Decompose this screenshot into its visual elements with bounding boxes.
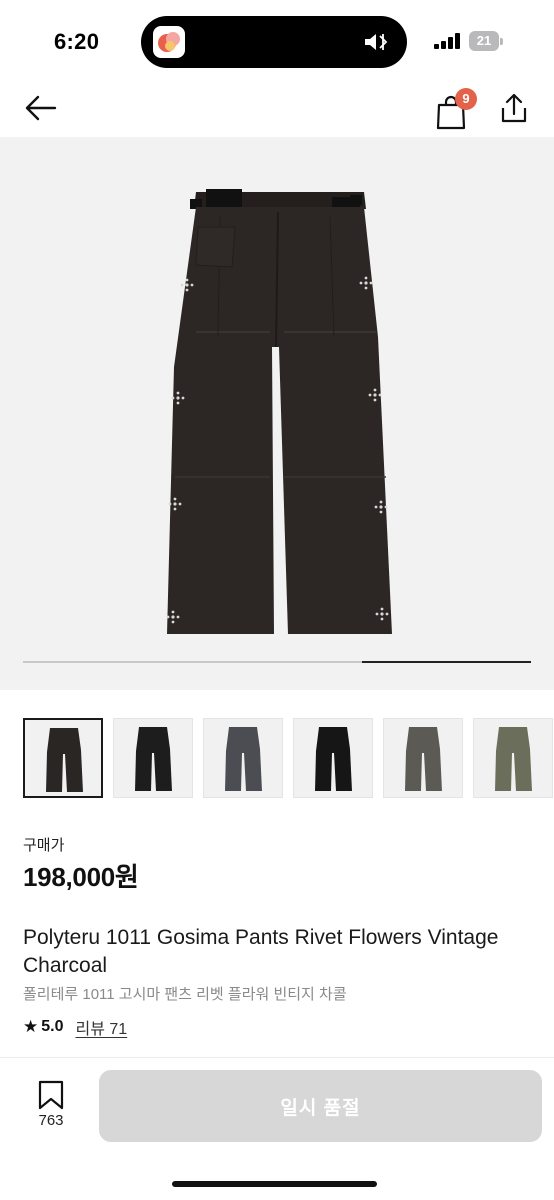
silent-mode-icon — [363, 30, 391, 59]
rating-score: 5.0 — [41, 1018, 64, 1035]
product-photo-pants — [166, 189, 392, 634]
battery-icon: 21 — [469, 31, 503, 51]
battery-level: 21 — [476, 33, 492, 48]
thumbnail-pants-image — [315, 727, 352, 791]
thumbnail-pants-image — [135, 727, 172, 791]
dynamic-island — [141, 16, 407, 68]
thumbnail-pants-image — [405, 727, 442, 791]
price-label: 구매가 — [23, 837, 65, 854]
back-arrow-icon — [25, 95, 57, 121]
thumbnail-pants-image — [225, 727, 262, 791]
cart-count-badge: 9 — [455, 88, 477, 110]
wishlist-count: 763 — [38, 1112, 64, 1129]
rating-row: ★ 5.0 리뷰 71 — [23, 1015, 127, 1039]
sold-out-button[interactable]: 일시 품절 — [99, 1070, 542, 1142]
thumbnail-2[interactable] — [113, 718, 193, 798]
thumbnail-1[interactable] — [23, 718, 103, 798]
reviews-link[interactable]: 리뷰 71 — [76, 1015, 128, 1039]
divider — [0, 1057, 554, 1058]
thumbnail-4[interactable] — [293, 718, 373, 798]
bookmark-icon — [38, 1080, 64, 1110]
status-bar: 6:20 21 — [0, 0, 554, 80]
thumbnail-pants-image — [495, 727, 532, 791]
app-icon — [153, 26, 185, 58]
home-indicator[interactable] — [172, 1181, 377, 1187]
cart-button[interactable]: 9 — [434, 88, 477, 130]
wishlist-button[interactable]: 763 — [30, 1080, 72, 1134]
gallery-progress-track — [23, 661, 531, 663]
status-time: 6:20 — [54, 29, 100, 54]
product-title: Polyteru 1011 Gosima Pants Rivet Flowers… — [23, 926, 499, 977]
price: 198,000원 — [23, 862, 139, 892]
star-icon: ★ — [23, 1017, 39, 1036]
gallery-progress-indicator — [361, 661, 531, 663]
top-nav: 9 — [0, 80, 554, 136]
thumbnail-5[interactable] — [383, 718, 463, 798]
thumbnail-3[interactable] — [203, 718, 283, 798]
thumbnail-pants-image — [46, 728, 83, 792]
share-button[interactable] — [494, 88, 534, 128]
product-image-gallery[interactable] — [0, 137, 554, 690]
product-title-korean: 폴리테루 1011 고시마 팬츠 리벳 플라워 빈티지 차콜 — [23, 986, 347, 1003]
thumbnail-strip[interactable] — [0, 718, 554, 800]
back-button[interactable] — [20, 90, 60, 126]
share-icon — [501, 93, 527, 123]
signal-icon — [434, 33, 462, 54]
thumbnail-6[interactable] — [473, 718, 553, 798]
